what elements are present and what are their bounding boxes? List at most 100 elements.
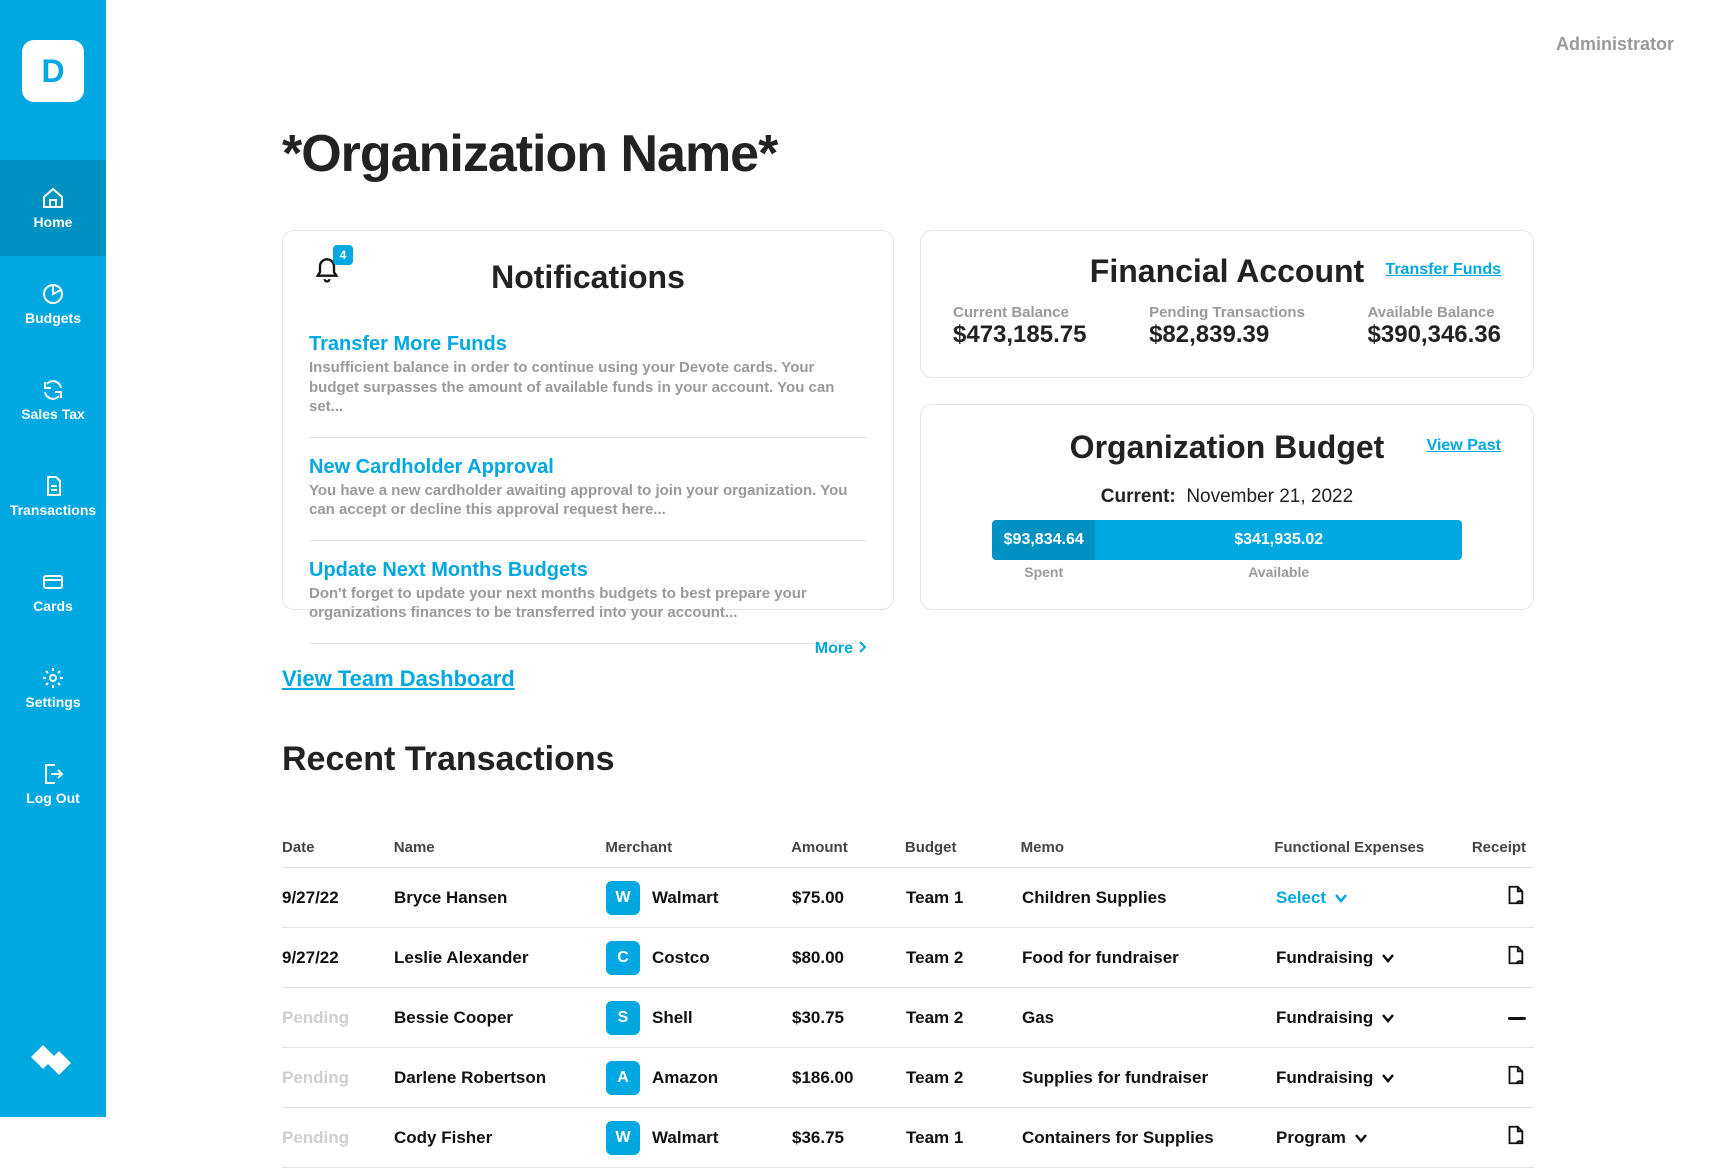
role-label[interactable]: Administrator — [1556, 34, 1674, 55]
table-row[interactable]: PendingBessie CooperSShell$30.75Team 2Ga… — [282, 988, 1534, 1048]
notification-item[interactable]: New Cardholder Approval You have a new c… — [309, 438, 867, 541]
merchant-name: Walmart — [652, 1128, 718, 1148]
available-balance: Available Balance $390,346.36 — [1368, 304, 1501, 349]
cell-amount: $36.75 — [792, 1128, 906, 1148]
cell-memo: Gas — [1022, 1008, 1276, 1028]
cell-budget: Team 1 — [906, 888, 1022, 908]
functional-expense-select[interactable]: Fundraising — [1276, 1008, 1395, 1028]
cell-functional: Program — [1276, 1128, 1474, 1148]
pie-icon — [41, 282, 65, 306]
more-label: More — [815, 640, 853, 658]
functional-expense-select[interactable]: Program — [1276, 1128, 1368, 1148]
cell-date: Pending — [282, 1008, 394, 1028]
available-segment: $341,935.02 — [1095, 520, 1462, 560]
cell-name: Cody Fisher — [394, 1128, 606, 1148]
logo: D — [22, 40, 84, 102]
cell-memo: Food for fundraiser — [1022, 948, 1276, 968]
side-nav: Home Budgets Sales Tax Transactions Card… — [0, 160, 106, 832]
sidebar-item-label: Budgets — [25, 310, 81, 326]
cell-amount: $75.00 — [792, 888, 906, 908]
notification-body: Don't forget to update your next months … — [309, 584, 867, 623]
cell-merchant: SShell — [606, 1001, 792, 1035]
organization-budget-card: Organization Budget View Past Current: N… — [920, 404, 1534, 610]
fin-value: $473,185.75 — [953, 321, 1086, 349]
receipt-icon[interactable] — [1504, 1071, 1526, 1090]
cell-name: Bryce Hansen — [394, 888, 606, 908]
notifications-card: 4 Notifications Transfer More Funds Insu… — [282, 230, 894, 610]
financial-values: Current Balance $473,185.75 Pending Tran… — [953, 304, 1501, 349]
view-team-dashboard-link[interactable]: View Team Dashboard — [282, 666, 515, 692]
receipt-icon[interactable] — [1504, 891, 1526, 910]
fin-label: Current Balance — [953, 304, 1086, 321]
sidebar-item-settings[interactable]: Settings — [0, 640, 106, 736]
notification-item[interactable]: Transfer More Funds Insufficient balance… — [309, 315, 867, 438]
cell-name: Leslie Alexander — [394, 948, 606, 968]
sidebar-item-logout[interactable]: Log Out — [0, 736, 106, 832]
functional-label: Select — [1276, 888, 1326, 908]
cell-functional: Fundraising — [1276, 948, 1474, 968]
sidebar-item-transactions[interactable]: Transactions — [0, 448, 106, 544]
spent-label: Spent — [992, 564, 1095, 580]
table-header-row: Date Name Merchant Amount Budget Memo Fu… — [282, 828, 1534, 868]
merchant-badge: W — [606, 881, 640, 915]
cell-receipt — [1474, 944, 1534, 971]
functional-expense-select[interactable]: Fundraising — [1276, 1068, 1395, 1088]
col-budget: Budget — [905, 839, 1021, 856]
logo-letter: D — [41, 53, 64, 90]
col-merchant: Merchant — [605, 839, 791, 856]
merchant-name: Costco — [652, 948, 710, 968]
cell-budget: Team 1 — [906, 1128, 1022, 1148]
cell-amount: $80.00 — [792, 948, 906, 968]
budget-progress-bar: $93,834.64 $341,935.02 — [992, 520, 1462, 560]
merchant-badge: A — [606, 1061, 640, 1095]
col-amount: Amount — [791, 839, 905, 856]
document-icon — [41, 474, 65, 498]
budget-date: Current: November 21, 2022 — [953, 486, 1501, 508]
notification-title: Update Next Months Budgets — [309, 559, 867, 582]
notifications-more-link[interactable]: More — [309, 640, 867, 658]
table-row[interactable]: PendingCody FisherWWalmart$36.75Team 1Co… — [282, 1108, 1534, 1168]
sidebar-item-budgets[interactable]: Budgets — [0, 256, 106, 352]
bell-icon[interactable]: 4 — [313, 257, 341, 285]
financial-account-card: Financial Account Transfer Funds Current… — [920, 230, 1534, 378]
transactions-table: Date Name Merchant Amount Budget Memo Fu… — [282, 828, 1534, 1168]
fin-value: $82,839.39 — [1149, 321, 1305, 349]
cell-merchant: WWalmart — [606, 881, 792, 915]
pending-transactions: Pending Transactions $82,839.39 — [1149, 304, 1305, 349]
card-icon — [41, 570, 65, 594]
notification-title: Transfer More Funds — [309, 333, 867, 356]
budget-title: Organization Budget — [953, 429, 1501, 466]
cell-memo: Children Supplies — [1022, 888, 1276, 908]
sidebar-item-cards[interactable]: Cards — [0, 544, 106, 640]
merchant-badge: C — [606, 941, 640, 975]
notifications-title: Notifications — [491, 259, 685, 296]
col-name: Name — [394, 839, 606, 856]
available-label: Available — [1095, 564, 1462, 580]
current-balance: Current Balance $473,185.75 — [953, 304, 1086, 349]
table-row[interactable]: PendingDarlene RobertsonAAmazon$186.00Te… — [282, 1048, 1534, 1108]
view-past-link[interactable]: View Past — [1427, 437, 1501, 455]
no-receipt-icon — [1508, 1017, 1526, 1020]
sidebar-item-home[interactable]: Home — [0, 160, 106, 256]
cell-merchant: AAmazon — [606, 1061, 792, 1095]
receipt-icon[interactable] — [1504, 951, 1526, 970]
chevron-down-icon — [1354, 1128, 1368, 1148]
table-row[interactable]: 9/27/22Bryce HansenWWalmart$75.00Team 1C… — [282, 868, 1534, 928]
sidebar-item-salestax[interactable]: Sales Tax — [0, 352, 106, 448]
transfer-funds-link[interactable]: Transfer Funds — [1385, 261, 1501, 279]
gear-icon — [41, 666, 65, 690]
chevron-down-icon — [1381, 1008, 1395, 1028]
functional-expense-select[interactable]: Fundraising — [1276, 948, 1395, 968]
page-title: *Organization Name* — [282, 124, 777, 184]
col-memo: Memo — [1021, 839, 1275, 856]
receipt-icon[interactable] — [1504, 1131, 1526, 1150]
sidebar-item-label: Transactions — [10, 502, 96, 518]
notification-item[interactable]: Update Next Months Budgets Don't forget … — [309, 541, 867, 644]
table-row[interactable]: 9/27/22Leslie AlexanderCCostco$80.00Team… — [282, 928, 1534, 988]
notifications-header: 4 Notifications — [309, 251, 867, 303]
chevron-right-icon — [857, 640, 867, 658]
col-receipt: Receipt — [1472, 839, 1534, 856]
functional-expense-select[interactable]: Select — [1276, 888, 1348, 908]
cell-amount: $186.00 — [792, 1068, 906, 1088]
refresh-icon — [41, 378, 65, 402]
